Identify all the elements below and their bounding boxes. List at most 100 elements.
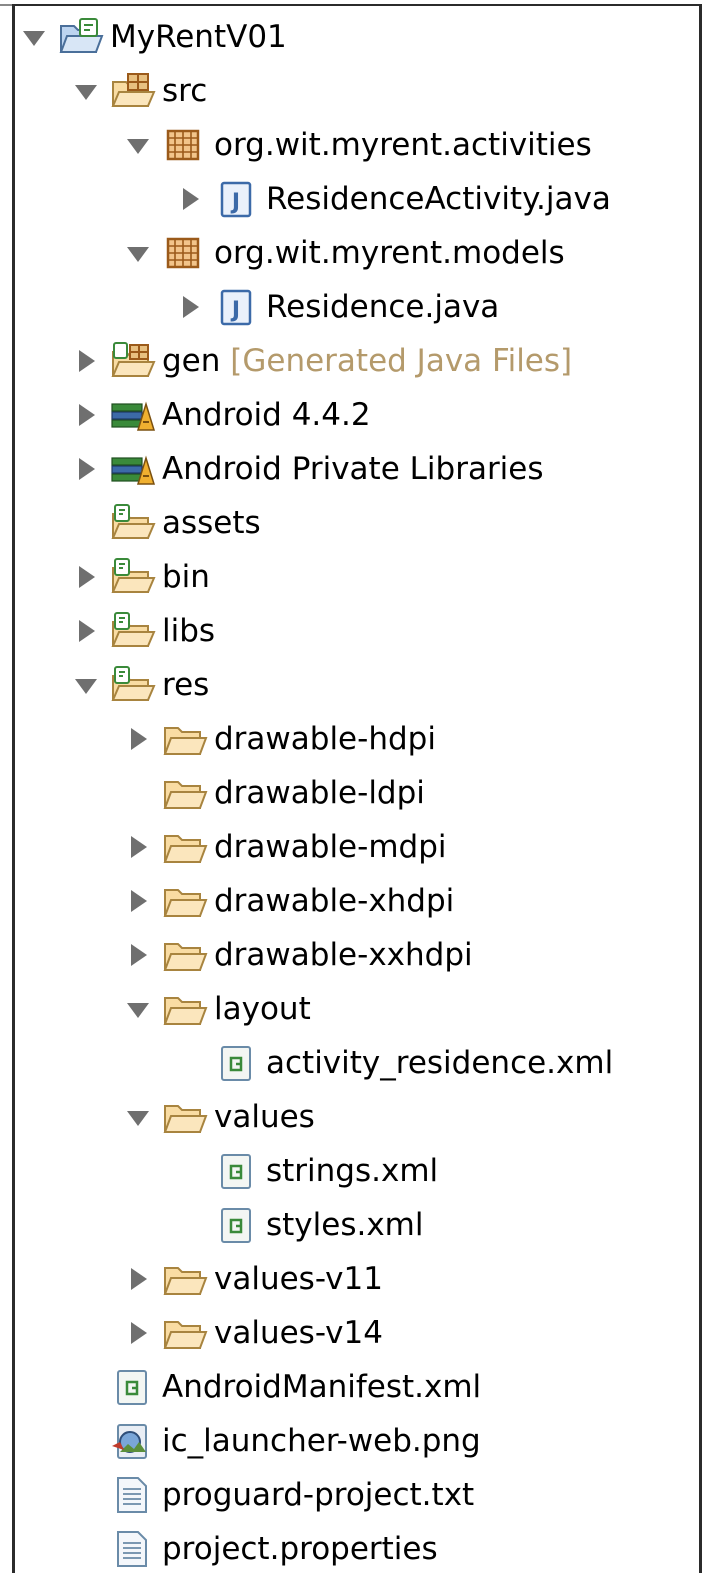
tree-item-label: org.wit.myrent.models (214, 234, 565, 272)
tree-item-label: ic_launcher-web.png (162, 1422, 481, 1460)
svg-text:J: J (230, 298, 240, 323)
tree-item-label: Android 4.4.2 (162, 396, 371, 434)
tree-item[interactable]: drawable-hdpi (0, 712, 700, 766)
folder-icon (162, 1260, 208, 1298)
xml-file-icon (214, 1044, 260, 1082)
tree-item[interactable]: strings.xml (0, 1144, 700, 1198)
collapsed-triangle-icon[interactable] (72, 347, 100, 375)
tree-item[interactable]: values (0, 1090, 700, 1144)
collapsed-triangle-icon[interactable] (124, 833, 152, 861)
package-icon (162, 234, 208, 272)
tree-item-label: gen [Generated Java Files] (162, 342, 572, 380)
tree-item-name: bin (162, 559, 210, 595)
tree-item-name: Android 4.4.2 (162, 397, 371, 433)
generated-folder-icon (110, 342, 156, 380)
tree-item[interactable]: drawable-mdpi (0, 820, 700, 874)
tree-item[interactable]: Android Private Libraries (0, 442, 700, 496)
tree-item-label: drawable-ldpi (214, 774, 425, 812)
tree-item-label: src (162, 72, 207, 110)
collapsed-triangle-icon[interactable] (124, 941, 152, 969)
tree-item-name: values (214, 1099, 315, 1135)
tree-item[interactable]: values-v14 (0, 1306, 700, 1360)
expanded-triangle-icon[interactable] (124, 131, 152, 159)
tree-item-label: res (162, 666, 209, 704)
tree-item[interactable]: proguard-project.txt (0, 1468, 700, 1522)
tree-item[interactable]: J Residence.java (0, 280, 700, 334)
tree-item-name: drawable-hdpi (214, 721, 436, 757)
tree-item[interactable]: bin (0, 550, 700, 604)
folder-icon (162, 990, 208, 1028)
expanded-triangle-icon[interactable] (72, 671, 100, 699)
image-file-icon (110, 1422, 156, 1460)
tree-item[interactable]: org.wit.myrent.activities (0, 118, 700, 172)
tree-item-label: bin (162, 558, 210, 596)
tree-item-label: Residence.java (266, 288, 499, 326)
tree-item[interactable]: styles.xml (0, 1198, 700, 1252)
tree-item[interactable]: libs (0, 604, 700, 658)
tree-item[interactable]: assets (0, 496, 700, 550)
expanded-triangle-icon[interactable] (124, 239, 152, 267)
resource-folder-icon (110, 666, 156, 704)
tree-item[interactable]: gen [Generated Java Files] (0, 334, 700, 388)
collapsed-triangle-icon[interactable] (72, 563, 100, 591)
folder-icon (162, 936, 208, 974)
tree-item-label: project.properties (162, 1530, 438, 1568)
collapsed-triangle-icon[interactable] (124, 887, 152, 915)
tree-item-label: drawable-xhdpi (214, 882, 454, 920)
expanded-triangle-icon[interactable] (20, 23, 48, 51)
tree-item-name: res (162, 667, 210, 703)
tree-item-name: org.wit.myrent.models (214, 235, 565, 271)
xml-file-icon (214, 1152, 260, 1190)
tree-item-label: values-v14 (214, 1314, 383, 1352)
tree-item-label: assets (162, 504, 261, 542)
tree-item-name: assets (162, 505, 261, 541)
source-folder-icon (110, 72, 156, 110)
tree-item-label: drawable-hdpi (214, 720, 436, 758)
tree-item-name: activity_residence.xml (266, 1045, 614, 1081)
tree-item-name: values-v11 (214, 1261, 383, 1297)
expanded-triangle-icon[interactable] (124, 995, 152, 1023)
tree-item-name: drawable-xxhdpi (214, 937, 473, 973)
tree-item[interactable]: AndroidManifest.xml (0, 1360, 700, 1414)
tree-item[interactable]: drawable-xhdpi (0, 874, 700, 928)
collapsed-triangle-icon[interactable] (176, 293, 204, 321)
tree-item[interactable]: J ResidenceActivity.java (0, 172, 700, 226)
project-tree[interactable]: MyRentV01 src org.wit.myrent.activities J Re… (0, 10, 714, 1576)
collapsed-triangle-icon[interactable] (72, 401, 100, 429)
collapsed-triangle-icon[interactable] (124, 1265, 152, 1293)
collapsed-triangle-icon[interactable] (72, 455, 100, 483)
collapsed-triangle-icon[interactable] (124, 1319, 152, 1347)
tree-item-label: values-v11 (214, 1260, 383, 1298)
resource-folder-icon (110, 558, 156, 596)
package-icon (162, 126, 208, 164)
java-file-icon: J (214, 180, 260, 218)
tree-item[interactable]: MyRentV01 (0, 10, 700, 64)
collapsed-triangle-icon[interactable] (124, 725, 152, 753)
tree-item[interactable]: activity_residence.xml (0, 1036, 700, 1090)
tree-item-name: gen (162, 343, 221, 379)
library-icon (110, 450, 156, 488)
xml-file-icon (110, 1368, 156, 1406)
collapsed-triangle-icon[interactable] (72, 617, 100, 645)
tree-item-name: Android Private Libraries (162, 451, 544, 487)
tree-item-label: drawable-xxhdpi (214, 936, 473, 974)
tree-item[interactable]: Android 4.4.2 (0, 388, 700, 442)
tree-item[interactable]: layout (0, 982, 700, 1036)
tree-item[interactable]: drawable-ldpi (0, 766, 700, 820)
folder-icon (162, 720, 208, 758)
expanded-triangle-icon[interactable] (72, 77, 100, 105)
tree-item[interactable]: ic_launcher-web.png (0, 1414, 700, 1468)
tree-item-name: MyRentV01 (110, 19, 287, 55)
tree-item[interactable]: project.properties (0, 1522, 700, 1576)
tree-item-name: styles.xml (266, 1207, 424, 1243)
expanded-triangle-icon[interactable] (124, 1103, 152, 1131)
tree-item-name: Residence.java (266, 289, 500, 325)
collapsed-triangle-icon[interactable] (176, 185, 204, 213)
tree-item-name: ic_launcher-web.png (162, 1423, 481, 1459)
tree-item[interactable]: drawable-xxhdpi (0, 928, 700, 982)
tree-item-label: activity_residence.xml (266, 1044, 613, 1082)
tree-item[interactable]: res (0, 658, 700, 712)
tree-item[interactable]: values-v11 (0, 1252, 700, 1306)
tree-item[interactable]: org.wit.myrent.models (0, 226, 700, 280)
tree-item[interactable]: src (0, 64, 700, 118)
